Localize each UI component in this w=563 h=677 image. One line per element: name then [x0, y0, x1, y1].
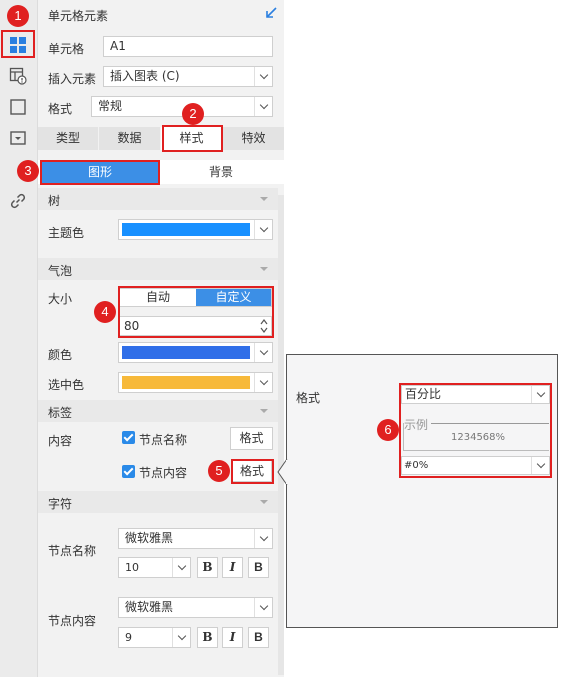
node-name-font-label: 节点名称: [48, 544, 97, 558]
section-label-header[interactable]: 标签: [38, 400, 278, 422]
chevron-down-icon: [172, 558, 190, 577]
bubble-color-label: 颜色: [48, 348, 73, 362]
format-value: 常规: [98, 99, 123, 113]
chevron-down-icon: [254, 220, 272, 239]
node-content-checkbox[interactable]: [122, 465, 135, 478]
panel-title: 单元格元素: [48, 9, 109, 23]
annotation-box-5: [231, 459, 274, 484]
annotation-badge-3: 3: [17, 160, 39, 182]
widget-icon[interactable]: [9, 98, 27, 116]
cell-input[interactable]: A1: [103, 36, 273, 57]
theme-color-picker[interactable]: [118, 219, 273, 240]
annotation-badge-2: 2: [182, 103, 204, 125]
selected-color-label: 选中色: [48, 378, 85, 392]
section-char-title: 字符: [48, 497, 73, 511]
collapse-triangle-icon: [260, 500, 268, 504]
insert-element-select[interactable]: 插入图表 (C): [103, 66, 273, 87]
collapse-arrow-icon[interactable]: [264, 6, 278, 23]
bold-b-button[interactable]: B: [248, 557, 269, 578]
chevron-down-icon: [254, 67, 272, 86]
node-content-font-value: 微软雅黑: [125, 600, 174, 614]
collapse-triangle-icon: [260, 409, 268, 413]
section-bubble-header[interactable]: 气泡: [38, 258, 278, 280]
chevron-down-icon: [172, 628, 190, 647]
bubble-color-swatch: [122, 346, 250, 359]
annotation-badge-6: 6: [377, 419, 399, 441]
node-name-format-button[interactable]: 格式: [230, 427, 273, 450]
node-content-check-label: 节点内容: [139, 466, 188, 480]
tab-effects[interactable]: 特效: [223, 127, 284, 150]
subtab-background[interactable]: 背景: [162, 161, 280, 183]
bold-b-button[interactable]: B: [248, 627, 269, 648]
annotation-box-6: [399, 383, 552, 478]
bold-button[interactable]: B: [197, 557, 218, 578]
node-name-size-select[interactable]: 10: [118, 557, 191, 578]
section-label-title: 标签: [48, 406, 73, 420]
insert-element-label: 插入元素: [48, 72, 97, 86]
annotation-box-3: [40, 160, 160, 185]
format-label: 格式: [48, 102, 73, 116]
section-char-header[interactable]: 字符: [38, 491, 278, 513]
node-content-font-select[interactable]: 微软雅黑: [118, 597, 273, 618]
selected-color-swatch: [122, 376, 250, 389]
annotation-badge-1: 1: [7, 5, 29, 27]
node-name-size-value: 10: [125, 561, 139, 574]
collapse-triangle-icon: [260, 197, 268, 201]
section-bubble-title: 气泡: [48, 264, 73, 278]
chevron-down-icon: [254, 373, 272, 392]
cell-label: 单元格: [48, 42, 85, 56]
theme-color-label: 主题色: [48, 226, 85, 240]
node-name-check-label: 节点名称: [139, 433, 188, 447]
chevron-down-icon: [254, 598, 272, 617]
chevron-down-icon: [254, 343, 272, 362]
chevron-down-icon: [254, 97, 272, 116]
cell-attribute-icon[interactable]: [9, 67, 27, 85]
popup-format-label: 格式: [296, 391, 321, 405]
hyperlink-icon[interactable]: [9, 192, 27, 210]
italic-button[interactable]: I: [222, 557, 243, 578]
annotation-badge-5: 5: [208, 460, 230, 482]
italic-button[interactable]: I: [222, 627, 243, 648]
selected-color-picker[interactable]: [118, 372, 273, 393]
tab-data[interactable]: 数据: [99, 127, 160, 150]
annotation-badge-4: 4: [94, 301, 116, 323]
bubble-color-picker[interactable]: [118, 342, 273, 363]
section-tree-title: 树: [48, 194, 61, 208]
chevron-down-icon: [254, 529, 272, 548]
bold-button[interactable]: B: [197, 627, 218, 648]
panel-scrollbar[interactable]: [278, 195, 284, 675]
annotation-box-4: [118, 286, 274, 338]
node-name-checkbox[interactable]: [122, 431, 135, 444]
size-label: 大小: [48, 292, 73, 306]
node-name-font-value: 微软雅黑: [125, 531, 174, 545]
tab-type[interactable]: 类型: [38, 127, 98, 150]
popup-pointer: [277, 458, 288, 486]
node-content-size-select[interactable]: 9: [118, 627, 191, 648]
icon-rail: [0, 0, 38, 677]
collapse-triangle-icon: [260, 267, 268, 271]
node-name-font-select[interactable]: 微软雅黑: [118, 528, 273, 549]
insert-element-value: 插入图表 (C): [110, 69, 180, 83]
node-content-font-label: 节点内容: [48, 614, 97, 628]
theme-color-swatch: [122, 223, 250, 236]
content-label: 内容: [48, 434, 73, 448]
dropdown-widget-icon[interactable]: [9, 129, 27, 147]
annotation-box-1: [1, 30, 35, 58]
section-tree-header[interactable]: 树: [38, 188, 278, 210]
annotation-box-2: [162, 125, 223, 152]
node-content-size-value: 9: [125, 631, 132, 644]
